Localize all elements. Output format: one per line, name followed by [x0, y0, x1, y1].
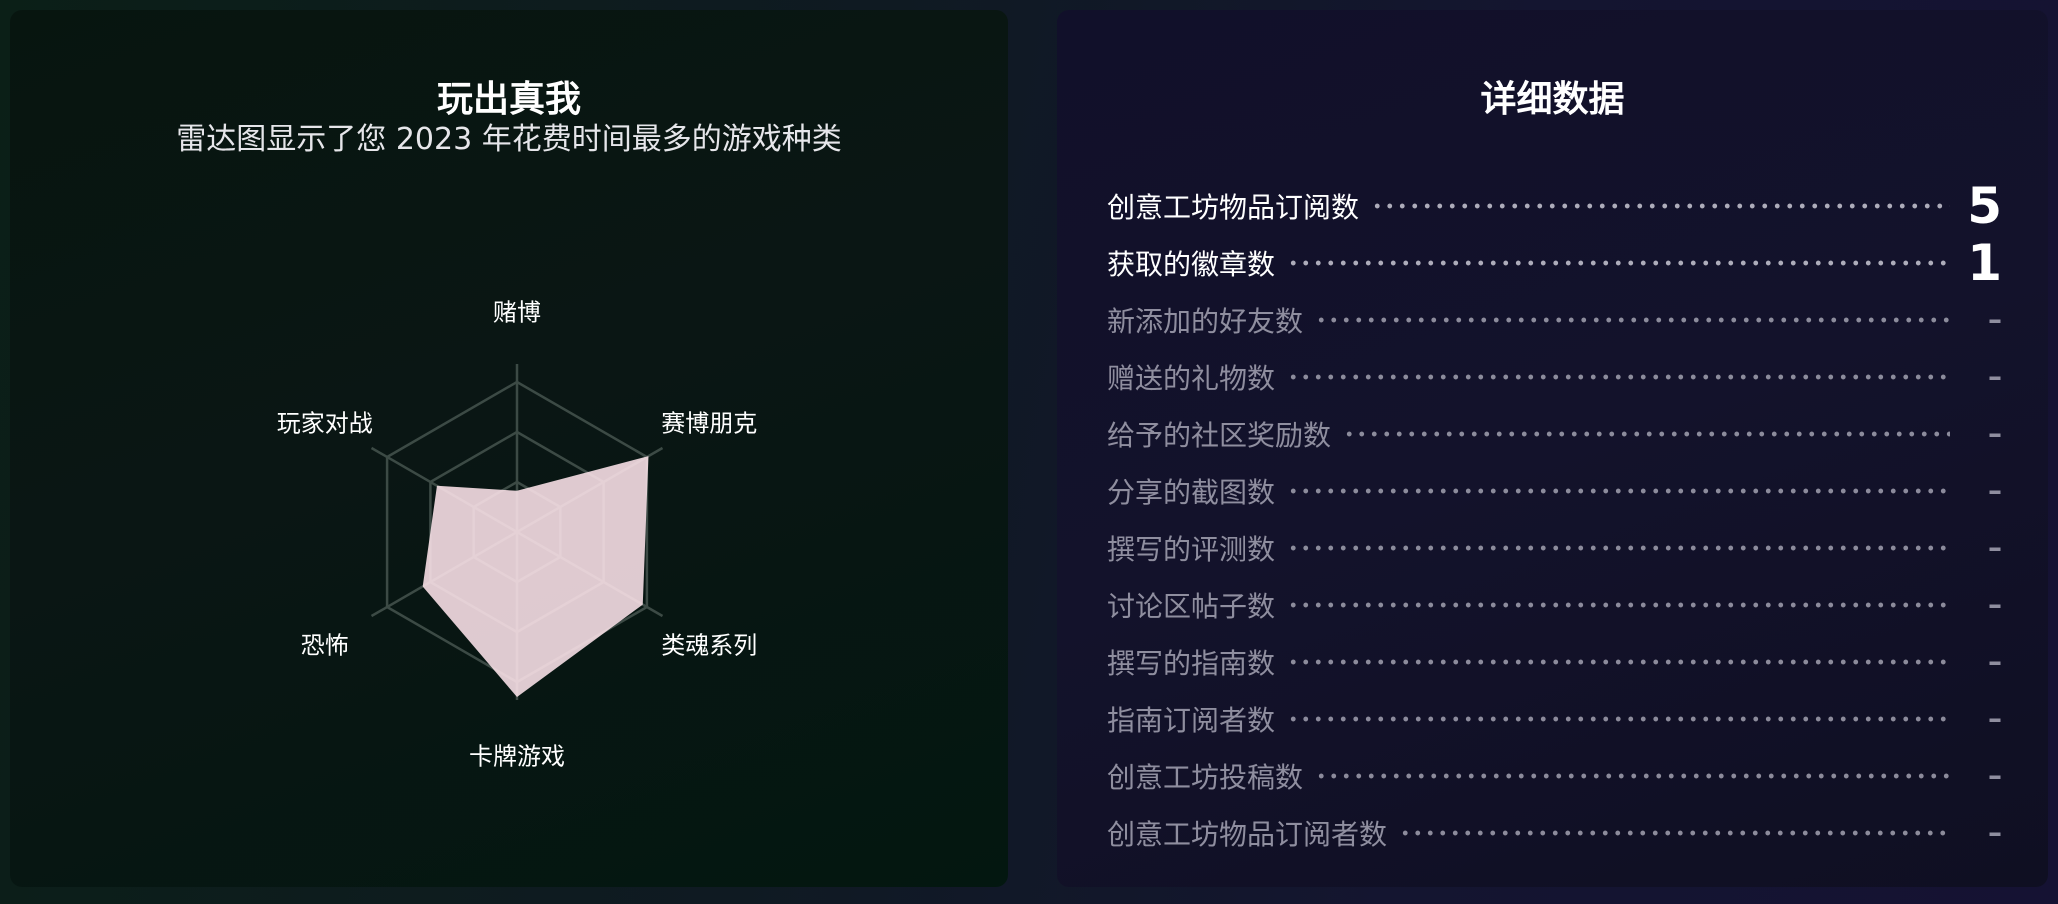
stat-row: 创意工坊投稿数 – — [1107, 747, 2002, 804]
radar-axis-label: 赌博 — [493, 298, 541, 327]
year-in-review-page: 玩出真我 雷达图显示了您 2023 年花费时间最多的游戏种类 赌博 赛博朋克 类魂系… — [0, 0, 2058, 904]
stat-label: 讨论区帖子数 — [1107, 589, 1276, 623]
stat-row: 指南订阅者数 – — [1107, 690, 2002, 747]
dotted-leader — [1371, 202, 1950, 209]
stat-label: 创意工坊投稿数 — [1107, 760, 1304, 794]
stat-row: 创意工坊物品订阅数 5 — [1107, 177, 2002, 234]
stat-label: 分享的截图数 — [1107, 475, 1276, 509]
details-panel: 详细数据 创意工坊物品订阅数 5 获取的徽章数 1 新添加的好友数 – 赠送的礼物数 – 给予的… — [1057, 10, 2048, 887]
stat-value: – — [1988, 303, 2002, 336]
radar-axis-label: 类魂系列 — [661, 631, 758, 660]
dotted-leader — [1287, 715, 1950, 722]
stat-value: – — [1988, 702, 2002, 735]
dotted-leader — [1287, 259, 1950, 266]
dotted-leader — [1315, 772, 1950, 779]
stat-value: – — [1988, 360, 2002, 393]
stat-label: 给予的社区奖励数 — [1107, 418, 1332, 452]
stat-row: 获取的徽章数 1 — [1107, 234, 2002, 291]
radar-chart: 赌博赛博朋克类魂系列卡牌游戏 恐怖 玩家对战 — [170, 270, 860, 771]
dotted-leader — [1287, 544, 1950, 551]
stat-label: 创意工坊物品订阅者数 — [1107, 817, 1388, 851]
radar-axis-label: 玩家对战 — [276, 409, 373, 438]
stat-value: – — [1988, 531, 2002, 564]
dotted-leader — [1399, 829, 1950, 836]
stat-label: 获取的徽章数 — [1107, 247, 1276, 281]
stat-label: 撰写的指南数 — [1107, 646, 1276, 680]
stat-row: 新添加的好友数 – — [1107, 291, 2002, 348]
stat-label: 创意工坊物品订阅数 — [1107, 190, 1360, 224]
stat-value: – — [1988, 816, 2002, 849]
dotted-leader — [1287, 373, 1950, 380]
stat-value: – — [1988, 474, 2002, 507]
stat-row: 讨论区帖子数 – — [1107, 576, 2002, 633]
stat-value: – — [1988, 759, 2002, 792]
stats-list: 创意工坊物品订阅数 5 获取的徽章数 1 新添加的好友数 – 赠送的礼物数 – 给予的社区奖励数… — [1107, 177, 2002, 861]
radar-axis-label: 卡牌游戏 — [469, 742, 565, 771]
stat-row: 撰写的评测数 – — [1107, 519, 2002, 576]
stat-row: 撰写的指南数 – — [1107, 633, 2002, 690]
stat-label: 赠送的礼物数 — [1107, 361, 1276, 395]
stat-row: 分享的截图数 – — [1107, 462, 2002, 519]
details-title: 详细数据 — [1480, 79, 1625, 120]
radar-data-area — [422, 456, 649, 697]
stat-row: 赠送的礼物数 – — [1107, 348, 2002, 405]
radar-chart-svg — [370, 364, 664, 700]
stat-label: 指南订阅者数 — [1107, 703, 1276, 737]
dotted-leader — [1287, 601, 1950, 608]
dotted-leader — [1287, 658, 1950, 665]
stat-label: 撰写的评测数 — [1107, 532, 1276, 566]
dotted-leader — [1287, 487, 1950, 494]
stat-label: 新添加的好友数 — [1107, 304, 1304, 338]
play-style-panel: 玩出真我 雷达图显示了您 2023 年花费时间最多的游戏种类 赌博 赛博朋克 类魂系… — [10, 10, 1008, 887]
stat-value: – — [1988, 417, 2002, 450]
stat-value: 5 — [1967, 176, 2002, 235]
dotted-leader — [1343, 430, 1950, 437]
radar-axis-label: 赛博朋克 — [661, 409, 758, 438]
dotted-leader — [1315, 316, 1950, 323]
stat-value: 1 — [1967, 233, 2002, 292]
stat-row: 给予的社区奖励数 – — [1107, 405, 2002, 462]
stat-value: – — [1988, 588, 2002, 621]
radar-axis-label: 恐怖 — [300, 631, 349, 660]
panel-subtitle: 雷达图显示了您 2023 年花费时间最多的游戏种类 — [176, 122, 842, 157]
stat-row: 创意工坊物品订阅者数 – — [1107, 804, 2002, 861]
stat-value: – — [1988, 645, 2002, 678]
